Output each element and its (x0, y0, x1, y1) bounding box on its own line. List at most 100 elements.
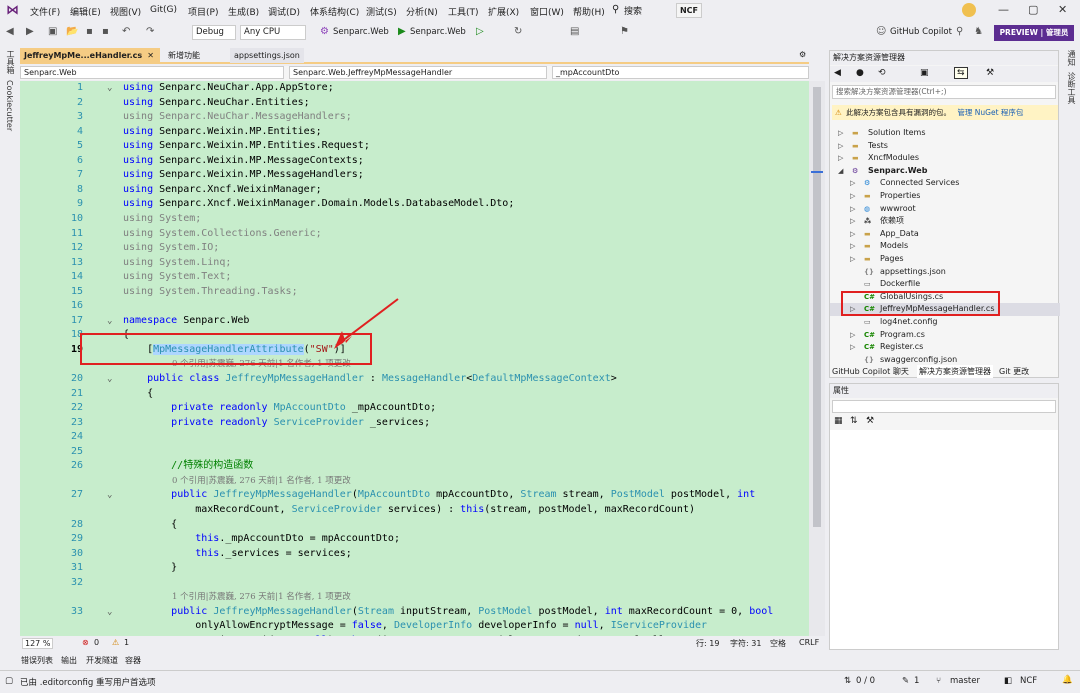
alphabetical-icon[interactable]: ⇅ (850, 416, 858, 426)
error-count[interactable]: 0 (94, 638, 99, 647)
menu-test[interactable]: 测试(S) (366, 5, 397, 18)
config-select[interactable]: Debug (192, 25, 236, 40)
copilot-button[interactable]: GitHub Copilot (890, 27, 952, 37)
notifications-tab[interactable]: 通知 (1066, 50, 1077, 66)
tab-appsettings[interactable]: appsettings.json (230, 48, 304, 63)
back-icon[interactable]: ◀ (834, 68, 841, 78)
branch-name[interactable]: master (950, 676, 980, 686)
menu-analyze[interactable]: 分析(N) (406, 5, 438, 18)
expand-arrow-icon[interactable]: ▷ (850, 329, 855, 342)
tree-item[interactable]: ▷ ⚙ Connected Services (830, 177, 1060, 190)
undo-icon[interactable]: ↶ (122, 26, 130, 37)
tree-item[interactable]: ▷ ▬ App_Data (830, 228, 1060, 241)
tree-item[interactable]: ▷ ⁂ 依赖项 (830, 215, 1060, 228)
bookmark-icon[interactable]: ⚑ (620, 26, 629, 37)
tree-item[interactable]: ◢ ⚙ Senparc.Web (830, 165, 1060, 178)
run-nodebug-icon[interactable]: ▷ (476, 26, 484, 37)
tab-output[interactable]: 输出 (61, 655, 77, 666)
menu-file[interactable]: 文件(F) (30, 5, 60, 18)
open-icon[interactable]: 📂 (66, 26, 78, 37)
commits-count[interactable]: 0 / 0 (856, 676, 875, 686)
tree-item[interactable]: ▷ ▬ XncfModules (830, 152, 1060, 165)
whitespace-mode[interactable]: 空格 (770, 638, 786, 649)
tree-item[interactable]: {} appsettings.json (830, 266, 1060, 279)
history-icon[interactable]: ⟲ (878, 68, 886, 78)
line-ending[interactable]: CRLF (799, 638, 819, 647)
menu-window[interactable]: 窗口(W) (530, 5, 564, 18)
save-all-icon[interactable]: ▪ (102, 26, 109, 37)
expand-arrow-icon[interactable]: ▷ (850, 177, 855, 190)
menu-help[interactable]: 帮助(H) (573, 5, 605, 18)
cookiecutter-tab[interactable]: Cookiecutter (5, 80, 14, 131)
expand-arrow-icon[interactable]: ▷ (838, 152, 843, 165)
tab-dev-tunnels[interactable]: 开发隧道 (86, 655, 118, 666)
tree-item[interactable]: ▷ ▬ Solution Items (830, 127, 1060, 140)
sync-icon[interactable]: ⇆ (954, 67, 968, 79)
toolbox-tab[interactable]: 工具箱 (5, 50, 16, 74)
startup-project[interactable]: Senparc.Web (333, 27, 389, 37)
tree-item[interactable]: ▷ C# Program.cs (830, 329, 1060, 342)
tree-item[interactable]: ▷ ▬ Models (830, 240, 1060, 253)
changes-count[interactable]: 1 (914, 676, 919, 686)
menu-git[interactable]: Git(G) (150, 5, 177, 15)
diagnostics-tab[interactable]: 诊断工具 (1066, 72, 1077, 104)
repo-name[interactable]: NCF (1020, 676, 1037, 686)
forward-icon[interactable]: ▶ (26, 26, 34, 37)
expand-arrow-icon[interactable]: ▷ (850, 240, 855, 253)
menu-view[interactable]: 视图(V) (110, 5, 141, 18)
minimize-icon[interactable]: — (998, 3, 1009, 16)
wrench-icon[interactable]: ⚒ (986, 68, 994, 78)
member-dropdown[interactable]: _mpAccountDto (552, 66, 809, 79)
menu-extensions[interactable]: 扩展(X) (488, 5, 519, 18)
tab-containers[interactable]: 容器 (125, 655, 141, 666)
redo-icon[interactable]: ↷ (146, 26, 154, 37)
platform-select[interactable]: Any CPU (240, 25, 306, 40)
properties-object-select[interactable] (832, 400, 1056, 413)
run-button[interactable]: Senparc.Web (410, 27, 466, 37)
tree-item[interactable]: ▭ log4net.config (830, 316, 1060, 329)
tree-item[interactable]: ▷ C# Register.cs (830, 341, 1060, 354)
maximize-icon[interactable]: ▢ (1028, 3, 1038, 16)
type-dropdown[interactable]: Senparc.Web.JeffreyMpMessageHandler (289, 66, 547, 79)
notification-icon[interactable]: 🔔 (1062, 675, 1073, 685)
back-icon[interactable]: ◀ (6, 26, 14, 37)
scroll-thumb[interactable] (813, 87, 821, 527)
menu-build[interactable]: 生成(B) (228, 5, 259, 18)
close-icon[interactable]: ✕ (147, 48, 154, 63)
close-icon[interactable]: ✕ (1058, 3, 1067, 16)
warning-count[interactable]: 1 (124, 638, 129, 647)
liveshare-icon[interactable]: ♞ (974, 26, 983, 37)
menu-debug[interactable]: 调试(D) (268, 5, 300, 18)
menu-tools[interactable]: 工具(T) (448, 5, 479, 18)
expand-arrow-icon[interactable]: ▷ (838, 140, 843, 153)
tree-item[interactable]: ▷ ▬ Properties (830, 190, 1060, 203)
tab-solution-explorer[interactable]: 解决方案资源管理器 (917, 365, 993, 378)
project-dropdown[interactable]: Senparc.Web (20, 66, 284, 79)
collapse-icon[interactable]: ▣ (920, 68, 929, 78)
expand-arrow-icon[interactable]: ▷ (850, 253, 855, 266)
categorized-icon[interactable]: ▦ (834, 416, 843, 426)
tab-handler-cs[interactable]: JeffreyMpMe...eHandler.cs ✕ (20, 48, 160, 63)
filter-icon[interactable]: ● (856, 68, 864, 78)
zoom-level[interactable]: 127 % (22, 638, 54, 649)
expand-arrow-icon[interactable]: ▷ (850, 203, 855, 216)
new-project-icon[interactable]: ▣ (48, 26, 57, 37)
expand-arrow-icon[interactable]: ▷ (850, 341, 855, 354)
settings-icon[interactable]: ⚙ (799, 50, 806, 59)
tab-whats-new[interactable]: 新增功能 (164, 48, 204, 63)
expand-arrow-icon[interactable]: ▷ (850, 215, 855, 228)
solution-search-input[interactable]: 搜索解决方案资源管理器(Ctrl+;) (832, 85, 1056, 99)
avatar[interactable] (962, 3, 976, 17)
menu-edit[interactable]: 编辑(E) (70, 5, 101, 18)
editor-scrollbar[interactable] (809, 81, 825, 636)
share-icon[interactable]: ⚲ (956, 26, 963, 37)
tree-item[interactable]: ▷ ▬ Tests (830, 140, 1060, 153)
tree-item[interactable]: ▭ Dockerfile (830, 278, 1060, 291)
tab-error-list[interactable]: 错误列表 (21, 655, 53, 666)
layout-icon[interactable]: ▤ (570, 26, 579, 37)
expand-arrow-icon[interactable]: ▷ (850, 228, 855, 241)
code-editor[interactable]: 1 using Senparc.NeuChar.App.AppStore; ⌄ 2 us… (20, 81, 809, 636)
menu-search[interactable]: 搜索 (624, 4, 642, 17)
tree-item[interactable]: ▷ ◍ wwwroot (830, 203, 1060, 216)
expand-arrow-icon[interactable]: ◢ (838, 165, 843, 178)
